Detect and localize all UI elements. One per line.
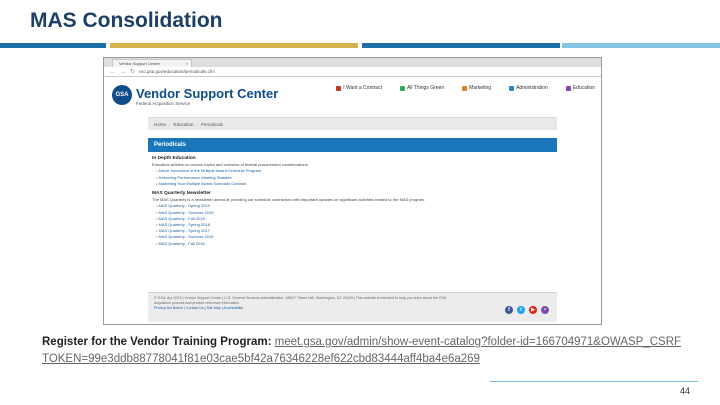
site-subtitle: Federal Acquisition Service (136, 101, 191, 106)
nav-item[interactable]: All Things Green (399, 85, 445, 91)
site-footer: © GSA, Apr 2019 | Vendor Support Center … (148, 292, 557, 322)
site-header: GSA Vendor Support Center Federal Acquis… (104, 77, 601, 121)
breadcrumb-separator: › (169, 121, 171, 127)
web-page: GSA Vendor Support Center Federal Acquis… (104, 77, 601, 324)
title-stripe-1 (0, 43, 106, 48)
newsletter-section: MAS Quarterly Newsletter The MAS Quarter… (148, 191, 557, 247)
in-depth-list: Article Innovation in the Multiple Award… (156, 168, 553, 187)
register-label: Register for the Vendor Training Program… (42, 336, 272, 348)
register-note: Register for the Vendor Training Program… (42, 334, 682, 368)
nav-item-label: I Want a Contract (343, 85, 382, 91)
back-icon[interactable]: ← (110, 69, 116, 75)
social-links: f t ▶ • (505, 306, 549, 314)
title-stripe-3 (362, 43, 560, 48)
title-stripe-2 (110, 43, 358, 48)
youtube-icon[interactable]: ▶ (529, 306, 537, 314)
marketing-icon (462, 85, 468, 91)
breadcrumb-separator: › (196, 121, 199, 127)
nav-item-label: Education (572, 85, 595, 91)
brand: Vendor Support Center Federal Acquisitio… (136, 87, 278, 107)
in-depth-section: In Depth Education Education articles on… (148, 156, 557, 187)
footer-links[interactable]: Privacy Act Notice | Contact Us | Site M… (154, 306, 454, 311)
facebook-icon[interactable]: f (505, 306, 513, 314)
url-field[interactable]: vsc.gsa.gov/education/periodicals.cfm (139, 69, 595, 74)
breadcrumb-item[interactable]: Education (174, 122, 194, 127)
nav-item[interactable]: I Want a Contract (336, 85, 382, 91)
site-nav: I Want a Contract All Things Green Marketi… (336, 85, 595, 91)
newsletter-list: MAS Quarterly - Spring 2019MAS Quarterly… (156, 203, 553, 246)
nav-item[interactable]: Marketing (462, 85, 491, 91)
breadcrumb-item[interactable]: Home (154, 122, 166, 127)
twitter-icon[interactable]: t (517, 306, 525, 314)
breadcrumb-item[interactable]: Periodicals (201, 122, 223, 127)
nav-item-label: All Things Green (406, 85, 445, 91)
education-icon (565, 85, 571, 91)
footer-rule (490, 381, 698, 382)
nav-item-label: Administration (516, 85, 548, 91)
address-bar: ← → ↻ vsc.gsa.gov/education/periodicals.… (104, 67, 601, 77)
site-title[interactable]: Vendor Support Center (136, 87, 278, 101)
administration-icon (509, 85, 515, 91)
nav-item[interactable]: Education (565, 85, 595, 91)
browser-tab[interactable]: Vendor Support Center × (112, 59, 192, 67)
list-item[interactable]: Marketing Your Multiple Award Schedule C… (156, 181, 553, 187)
footer-legal: © GSA, Apr 2019 | Vendor Support Center … (154, 296, 447, 305)
forward-icon[interactable]: → (120, 69, 126, 75)
contract-icon (336, 85, 342, 91)
browser-tab-bar: Vendor Support Center × (104, 58, 601, 67)
breadcrumb: Home › Education › Periodicals (148, 118, 557, 130)
list-item[interactable]: MAS Quarterly - Fall 2016 (156, 241, 553, 247)
flickr-icon[interactable]: • (541, 306, 549, 314)
slide-title: MAS Consolidation (30, 9, 223, 32)
nav-item[interactable]: Administration (509, 85, 548, 91)
nav-item-label: Marketing (469, 85, 492, 91)
periodicals-banner: Periodicals (148, 138, 557, 152)
title-stripe-4 (562, 43, 720, 48)
browser-tab-title: Vendor Support Center (119, 61, 160, 66)
gsa-logo[interactable]: GSA (112, 85, 132, 105)
website-screenshot: Vendor Support Center × ← → ↻ vsc.gsa.go… (103, 57, 602, 325)
close-icon[interactable]: × (186, 60, 188, 67)
green-icon (399, 85, 405, 91)
page-number: 44 (679, 386, 690, 396)
reload-icon[interactable]: ↻ (130, 68, 135, 75)
